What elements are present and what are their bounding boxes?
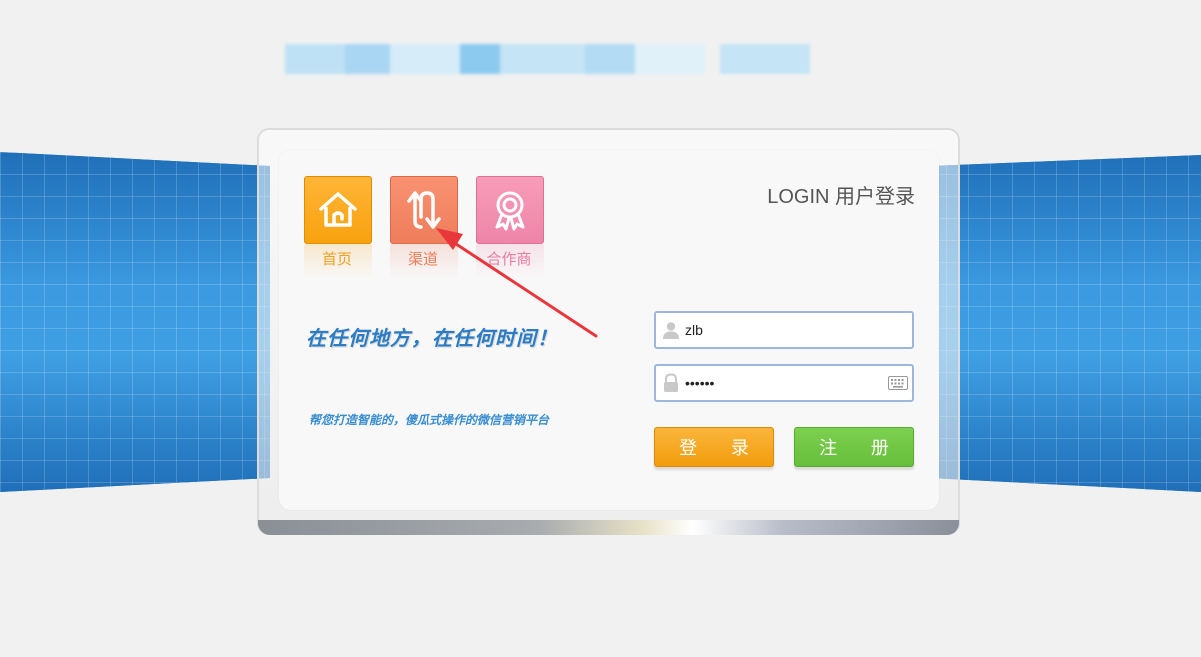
nav-label-channel[interactable]: 渠道 <box>389 248 457 269</box>
username-field[interactable] <box>654 311 914 349</box>
password-field[interactable] <box>654 364 914 402</box>
keyboard-icon[interactable] <box>888 376 908 390</box>
lock-icon <box>664 373 678 392</box>
award-ribbon-icon <box>495 191 525 231</box>
login-button[interactable]: 登 录 <box>654 427 774 467</box>
home-icon <box>319 192 357 227</box>
nav-tile-home[interactable] <box>304 176 372 244</box>
register-button[interactable]: 注 册 <box>794 427 914 467</box>
login-page: 首页 渠道 合作商 LOGIN 用户登录 在任何地方，在任何时间！ 帮您打造智能… <box>0 0 1201 657</box>
login-frame-base <box>258 520 959 535</box>
password-input[interactable] <box>685 368 888 398</box>
user-icon <box>663 322 679 339</box>
slogan-main: 在任何地方，在任何时间！ <box>306 326 558 350</box>
nav-label-partner[interactable]: 合作商 <box>475 248 543 269</box>
nav-label-home[interactable]: 首页 <box>303 248 371 269</box>
nav-tile-channel[interactable] <box>390 176 458 244</box>
slogan-sub: 帮您打造智能的，傻瓜式操作的微信营销平台 <box>309 413 550 427</box>
site-logo <box>285 44 810 74</box>
channel-arrows-icon <box>407 191 441 229</box>
username-input[interactable] <box>685 315 912 345</box>
nav-tile-partner[interactable] <box>476 176 544 244</box>
login-title: LOGIN 用户登录 <box>767 186 915 208</box>
